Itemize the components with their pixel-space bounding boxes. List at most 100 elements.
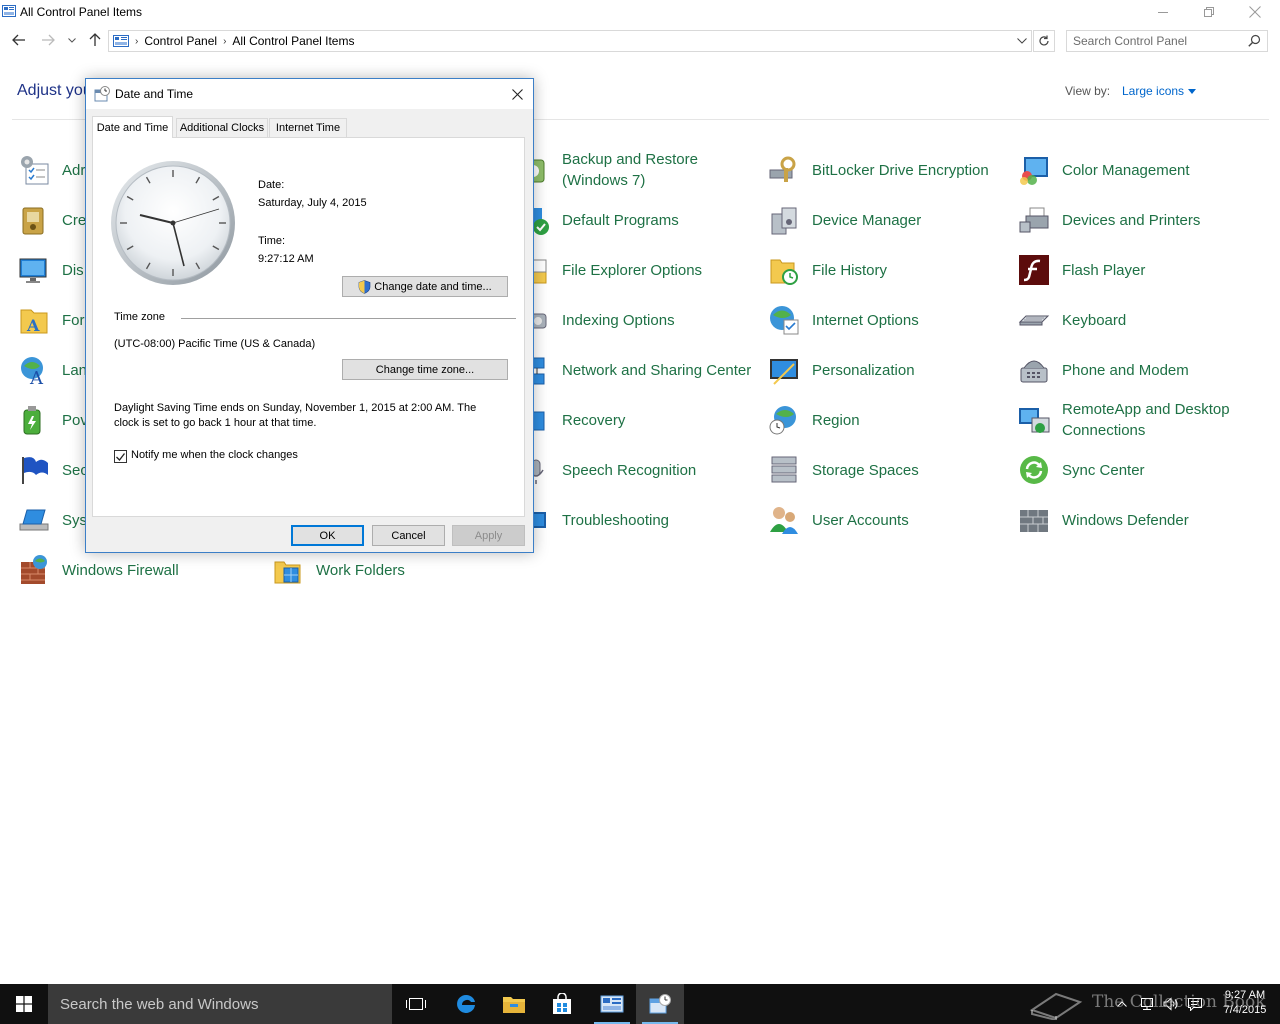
item-label[interactable]: Network and Sharing Center <box>562 348 762 392</box>
item-devices-printers[interactable]: Devices and Printers <box>1018 198 1258 242</box>
view-by-value[interactable]: Large icons <box>1122 84 1184 98</box>
item-label[interactable]: Personalization <box>812 348 1012 392</box>
refresh-button[interactable] <box>1033 30 1055 52</box>
item-label[interactable]: Device Manager <box>812 198 1012 242</box>
item-label[interactable]: Backup and Restore (Windows 7) <box>562 148 762 192</box>
item-label[interactable]: Recovery <box>562 398 762 442</box>
tab-additional-clocks[interactable]: Additional Clocks <box>176 118 268 137</box>
item-label[interactable]: Windows Defender <box>1062 498 1262 542</box>
item-label[interactable]: Region <box>812 398 1012 442</box>
view-by-dropdown[interactable]: Large icons <box>1122 84 1197 98</box>
taskbar-file-explorer[interactable] <box>490 984 538 1024</box>
start-button[interactable] <box>0 984 48 1024</box>
phone-modem-icon <box>1020 360 1048 383</box>
date-time-icon <box>649 994 671 1014</box>
item-phone-modem[interactable]: Phone and Modem <box>1018 348 1258 392</box>
item-personalization[interactable]: Personalization <box>768 348 1008 392</box>
search-input[interactable] <box>1073 33 1243 49</box>
back-button[interactable] <box>9 30 29 50</box>
item-label[interactable]: Keyboard <box>1062 298 1262 342</box>
item-flash-player[interactable]: Flash Player <box>1018 248 1258 292</box>
item-troubleshooting[interactable]: Troubleshooting <box>518 498 758 542</box>
taskbar-store[interactable] <box>538 984 586 1024</box>
control-panel-icon <box>113 35 129 47</box>
item-label[interactable]: User Accounts <box>812 498 1012 542</box>
tab-date-and-time[interactable]: Date and Time <box>92 116 173 138</box>
item-color-management[interactable]: Color Management <box>1018 148 1258 192</box>
forward-button[interactable] <box>38 30 58 50</box>
item-region[interactable]: Region <box>768 398 1008 442</box>
taskbar-edge[interactable] <box>442 984 490 1024</box>
item-label[interactable]: Phone and Modem <box>1062 348 1262 392</box>
taskbar-control-panel[interactable] <box>588 984 636 1024</box>
item-bitlocker[interactable]: BitLocker Drive Encryption <box>768 148 1008 192</box>
item-file-explorer-options[interactable]: File Explorer Options <box>518 248 758 292</box>
item-label[interactable]: Windows Firewall <box>62 548 262 592</box>
time-zone-group-label: Time zone <box>114 311 165 323</box>
item-label[interactable]: Default Programs <box>562 198 762 242</box>
windows-defender-icon <box>1020 510 1048 532</box>
item-label[interactable]: Work Folders <box>316 548 516 592</box>
item-label[interactable]: Speech Recognition <box>562 448 762 492</box>
item-indexing-options[interactable]: Indexing Options <box>518 298 758 342</box>
item-label[interactable]: Internet Options <box>812 298 1012 342</box>
minimize-button[interactable] <box>1140 0 1186 24</box>
item-device-manager[interactable]: Device Manager <box>768 198 1008 242</box>
item-label[interactable]: Flash Player <box>1062 248 1262 292</box>
item-label[interactable]: BitLocker Drive Encryption <box>812 148 1012 192</box>
address-bar[interactable]: › Control Panel › All Control Panel Item… <box>108 30 1032 52</box>
internet-options-icon <box>770 306 799 335</box>
item-sync-center[interactable]: Sync Center <box>1018 448 1258 492</box>
item-windows-firewall[interactable]: Windows Firewall <box>18 548 258 592</box>
item-label[interactable]: Color Management <box>1062 148 1262 192</box>
dialog-titlebar[interactable]: Date and Time <box>86 79 533 109</box>
up-button[interactable] <box>85 30 105 50</box>
item-backup-restore[interactable]: Backup and Restore (Windows 7) <box>518 148 758 192</box>
search-icon[interactable] <box>1248 34 1261 47</box>
restore-button[interactable] <box>1186 0 1232 24</box>
security-maintenance-icon <box>22 457 48 484</box>
change-time-zone-button[interactable]: Change time zone... <box>342 359 508 380</box>
close-button[interactable] <box>1232 0 1278 24</box>
breadcrumb-control-panel[interactable]: Control Panel <box>144 34 217 48</box>
notify-label[interactable]: Notify me when the clock changes <box>131 449 298 461</box>
item-remoteapp[interactable]: RemoteApp and Desktop Connections <box>1018 398 1258 442</box>
item-network-sharing[interactable]: Network and Sharing Center <box>518 348 758 392</box>
item-label[interactable]: Troubleshooting <box>562 498 762 542</box>
task-view-button[interactable] <box>392 984 440 1024</box>
change-date-time-button[interactable]: Change date and time... <box>342 276 508 297</box>
item-recovery[interactable]: Recovery <box>518 398 758 442</box>
item-storage-spaces[interactable]: Storage Spaces <box>768 448 1008 492</box>
item-file-history[interactable]: File History <box>768 248 1008 292</box>
item-label[interactable]: Indexing Options <box>562 298 762 342</box>
item-label[interactable]: File Explorer Options <box>562 248 762 292</box>
notify-checkbox[interactable] <box>114 450 127 463</box>
breadcrumb-separator-icon[interactable]: › <box>223 36 226 47</box>
cancel-button[interactable]: Cancel <box>372 525 445 546</box>
ok-button[interactable]: OK <box>291 525 364 546</box>
item-label[interactable]: Storage Spaces <box>812 448 1012 492</box>
breadcrumb-separator-icon[interactable]: › <box>135 36 138 47</box>
breadcrumb-all-items[interactable]: All Control Panel Items <box>232 34 354 48</box>
tab-internet-time[interactable]: Internet Time <box>269 118 347 137</box>
item-default-programs[interactable]: Default Programs <box>518 198 758 242</box>
item-label[interactable]: Devices and Printers <box>1062 198 1262 242</box>
item-work-folders[interactable]: Work Folders <box>272 548 512 592</box>
item-windows-defender[interactable]: Windows Defender <box>1018 498 1258 542</box>
color-management-icon <box>1020 157 1048 185</box>
dialog-close-button[interactable] <box>507 85 527 103</box>
taskbar-search-box[interactable]: Search the web and Windows <box>48 984 392 1024</box>
recent-locations-button[interactable] <box>62 30 82 50</box>
item-label[interactable]: File History <box>812 248 1012 292</box>
item-label[interactable]: Sync Center <box>1062 448 1262 492</box>
address-dropdown-icon[interactable] <box>1017 38 1027 44</box>
item-internet-options[interactable]: Internet Options <box>768 298 1008 342</box>
apply-button[interactable]: Apply <box>452 525 525 546</box>
taskbar-date-time[interactable] <box>636 984 684 1024</box>
taskbar-search-placeholder[interactable]: Search the web and Windows <box>60 996 258 1013</box>
item-label[interactable]: RemoteApp and Desktop Connections <box>1062 398 1262 442</box>
item-keyboard[interactable]: Keyboard <box>1018 298 1258 342</box>
item-speech-recognition[interactable]: Speech Recognition <box>518 448 758 492</box>
item-user-accounts[interactable]: User Accounts <box>768 498 1008 542</box>
search-box[interactable] <box>1066 30 1268 52</box>
